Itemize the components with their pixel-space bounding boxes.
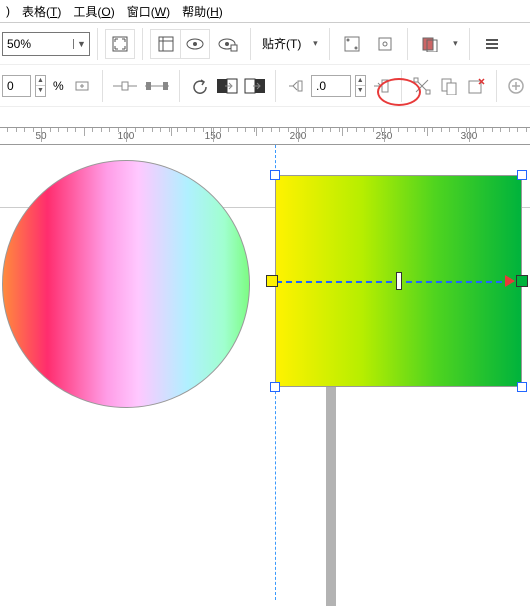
stepper-plus-button[interactable] xyxy=(71,71,94,101)
separator xyxy=(329,28,330,60)
separator xyxy=(250,28,251,60)
separator xyxy=(179,70,180,102)
gradient-midpoint-handle[interactable] xyxy=(396,272,402,290)
colorproof-dropdown-icon[interactable]: ▾ xyxy=(448,38,462,49)
selection-handle-se[interactable] xyxy=(517,382,527,392)
fountain-pad-icon xyxy=(284,71,307,101)
fullscreen-button[interactable] xyxy=(105,29,135,59)
separator xyxy=(401,70,402,102)
snap-dropdown-icon[interactable]: ▾ xyxy=(308,38,322,49)
colorproof-button[interactable] xyxy=(415,29,445,59)
snapopt2-button[interactable] xyxy=(370,29,400,59)
ellipse-object[interactable] xyxy=(2,160,250,408)
selection-handle-ne[interactable] xyxy=(517,170,527,180)
edge-snap-button[interactable] xyxy=(370,71,393,101)
snapopt1-button[interactable] xyxy=(337,29,367,59)
separator xyxy=(275,70,276,102)
clear-transform-button[interactable] xyxy=(465,71,488,101)
swap-fill-button[interactable] xyxy=(243,71,267,101)
toolbar-primary: 50% ▼ 贴齐(T) ▾ ▾ xyxy=(0,23,530,65)
zoom-combo[interactable]: 50% ▼ xyxy=(2,32,90,56)
copy-fill-button[interactable] xyxy=(215,71,239,101)
show-hide-button[interactable] xyxy=(180,29,210,59)
zoom-value: 50% xyxy=(3,37,73,51)
selection-handle-nw[interactable] xyxy=(270,170,280,180)
node-range-button[interactable] xyxy=(143,71,171,101)
free-transform-button[interactable] xyxy=(410,71,433,101)
menu-tables[interactable]: 表格(T) xyxy=(16,1,67,22)
menu-window[interactable]: 窗口(W) xyxy=(121,1,176,22)
angle-input[interactable]: 0 xyxy=(2,75,31,97)
copy-properties-button[interactable] xyxy=(437,71,460,101)
menu-partial[interactable]: ) xyxy=(0,2,16,20)
gradient-start-node[interactable] xyxy=(266,275,278,287)
add-button[interactable] xyxy=(505,71,528,101)
zoom-dropdown-icon[interactable]: ▼ xyxy=(73,39,89,49)
selection-handle-sw[interactable] xyxy=(270,382,280,392)
toolbar-secondary: 0 ▲▼ % .0 ▲▼ xyxy=(0,65,530,107)
undo-button[interactable] xyxy=(188,71,211,101)
gradient-end-node[interactable] xyxy=(516,275,528,287)
snap-label[interactable]: 贴齐(T) xyxy=(258,35,305,52)
fountain-pad-input[interactable]: .0 xyxy=(311,75,351,97)
separator xyxy=(407,28,408,60)
separator xyxy=(469,28,470,60)
node-slider-button[interactable] xyxy=(111,71,139,101)
horizontal-ruler[interactable]: 50100150200250300 xyxy=(0,127,530,145)
preview-button[interactable] xyxy=(213,29,243,59)
gray-shape[interactable] xyxy=(326,386,336,606)
canvas[interactable] xyxy=(0,145,530,600)
rulers-toggle-button[interactable] xyxy=(150,29,180,59)
menu-help[interactable]: 帮助(H) xyxy=(176,1,229,22)
percent-suffix: % xyxy=(50,79,67,93)
menu-bar: ) 表格(T) 工具(O) 窗口(W) 帮助(H) xyxy=(0,0,530,23)
gradient-arrow-icon xyxy=(505,275,515,287)
separator xyxy=(496,70,497,102)
options-button[interactable] xyxy=(477,29,507,59)
separator xyxy=(142,28,143,60)
angle-spinner[interactable]: ▲▼ xyxy=(35,75,46,97)
menu-tools[interactable]: 工具(O) xyxy=(67,1,120,22)
fountain-pad-spinner[interactable]: ▲▼ xyxy=(355,75,366,97)
separator xyxy=(97,28,98,60)
separator xyxy=(102,70,103,102)
